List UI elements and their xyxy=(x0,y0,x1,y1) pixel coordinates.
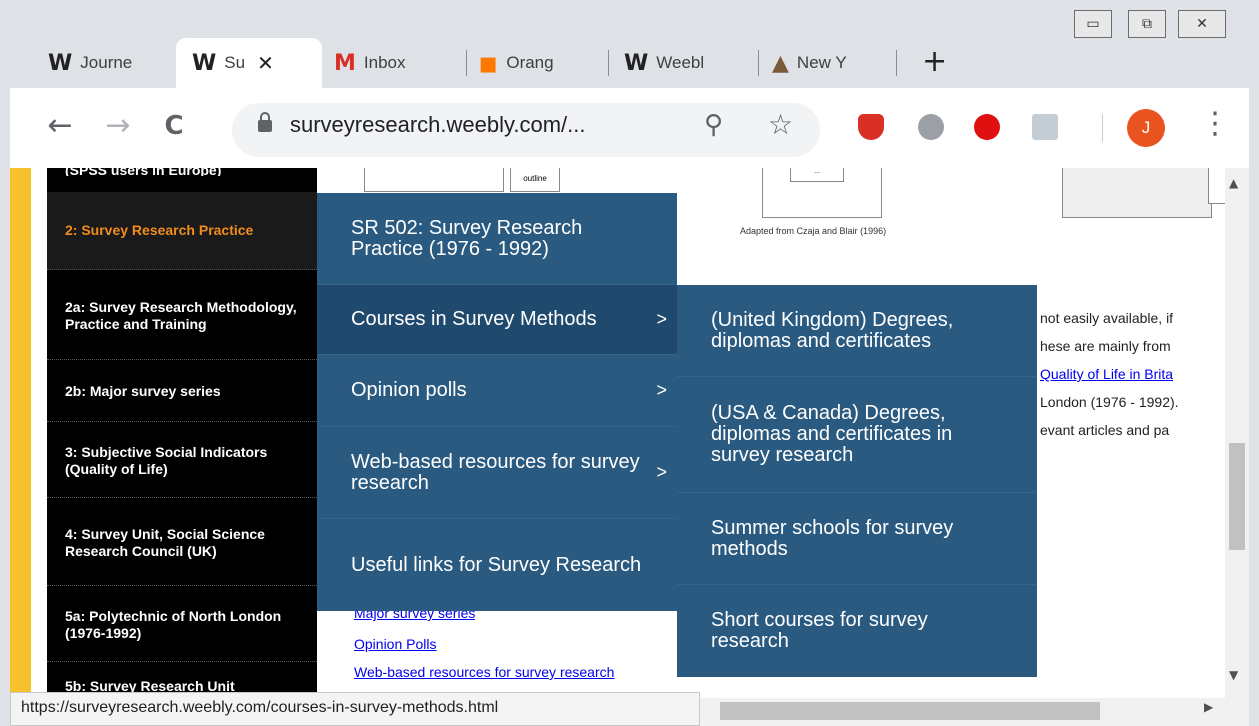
dog-icon: ▲ xyxy=(772,50,789,76)
submenu-item-usa-canada-degrees[interactable]: (USA & Canada) Degrees, diplomas and cer… xyxy=(677,377,1037,493)
tab-label: Orang xyxy=(506,53,554,72)
window-left-edge xyxy=(0,0,10,726)
sidebar-item-polytechnic[interactable]: 5a: Polytechnic of North London (1976-19… xyxy=(47,588,317,662)
chevron-right-icon: > xyxy=(656,309,667,330)
scroll-up-arrow-icon[interactable]: ▲ xyxy=(1229,176,1238,190)
decorative-yellow-bar xyxy=(10,168,31,698)
back-button[interactable]: ← xyxy=(40,104,80,148)
menu-item-useful-links[interactable]: Useful links for Survey Research xyxy=(317,519,677,611)
new-tab-button[interactable]: + xyxy=(922,44,947,79)
diagram-box-outline: outline xyxy=(510,168,560,192)
grammar-extension-icon[interactable] xyxy=(1032,114,1058,140)
chevron-right-icon: > xyxy=(656,462,667,483)
weebly-icon: W xyxy=(48,50,72,76)
submenu-item-short-courses[interactable]: Short courses for survey research xyxy=(677,585,1037,677)
scroll-down-arrow-icon[interactable]: ▼ xyxy=(1229,668,1238,682)
gmail-icon: M xyxy=(334,50,356,76)
sidebar-item-major-survey-series[interactable]: 2b: Major survey series xyxy=(47,362,317,422)
paragraph-line: evant articles and pa xyxy=(1040,422,1170,438)
vertical-scrollbar[interactable] xyxy=(1225,168,1249,698)
minimize-button[interactable]: ▭ xyxy=(1074,10,1112,38)
close-icon: ✕ xyxy=(1196,16,1208,32)
stop-extension-icon[interactable] xyxy=(974,114,1000,140)
menu-item-label: SR 502: Survey Research Practice (1976 -… xyxy=(351,216,583,260)
chevron-right-icon: > xyxy=(656,380,667,401)
opinion-polls-link[interactable]: Opinion Polls xyxy=(354,636,437,652)
tab-separator xyxy=(608,50,609,76)
figure-caption: Adapted from Czaja and Blair (1996) xyxy=(740,226,887,236)
menu-item-label: Useful links for Survey Research xyxy=(351,553,642,576)
tab-label: New Y xyxy=(796,53,847,72)
sidebar-item-subjective-indicators[interactable]: 3: Subjective Social Indicators (Quality… xyxy=(47,424,317,498)
check-extension-icon[interactable] xyxy=(918,114,944,140)
tab-label: Weebl xyxy=(656,53,705,72)
lock-icon xyxy=(258,112,272,132)
tab-journal[interactable]: W Journe xyxy=(48,38,168,88)
menu-item-courses-in-survey-methods[interactable]: Courses in Survey Methods > xyxy=(317,285,677,355)
tab-orange[interactable]: ▪ Orang xyxy=(478,38,604,88)
diagram-box xyxy=(1062,168,1212,218)
tab-label: Su xyxy=(224,53,246,72)
paragraph-line: hese are mainly from xyxy=(1040,338,1171,354)
window-right-edge xyxy=(1249,0,1259,726)
tab-separator xyxy=(758,50,759,76)
submenu-item-summer-schools[interactable]: Summer schools for survey methods xyxy=(677,493,1037,585)
restore-button[interactable]: ⧉ xyxy=(1128,10,1166,38)
sidebar-fragment: (SPSS users in Europe) xyxy=(65,162,222,176)
reload-button[interactable]: C xyxy=(154,104,194,148)
tab-label: Journe xyxy=(80,53,133,72)
tab-weebly[interactable]: W Weebl xyxy=(624,38,752,88)
menu-item-label: Web-based resources for survey research xyxy=(351,450,640,494)
tab-separator xyxy=(896,50,897,76)
weebly-icon: W xyxy=(624,50,648,76)
submenu-item-uk-degrees[interactable]: (United Kingdom) Degrees, diplomas and c… xyxy=(677,285,1037,377)
sidebar-item-survey-research-practice[interactable]: 2: Survey Research Practice xyxy=(47,192,317,270)
quality-of-life-link[interactable]: Quality of Life in Brita xyxy=(1040,366,1225,382)
url-text[interactable]: surveyresearch.weebly.com/... xyxy=(290,112,585,138)
zoom-icon[interactable]: ⚲ xyxy=(704,110,723,140)
diagram-box xyxy=(364,168,504,192)
toolbar-separator xyxy=(1102,114,1103,142)
menu-item-web-based-resources[interactable]: Web-based resources for survey research > xyxy=(317,427,677,519)
minimize-icon: ▭ xyxy=(1086,16,1100,32)
menu-item-label: Opinion polls xyxy=(351,379,467,401)
tab-close-icon[interactable]: ✕ xyxy=(257,51,274,75)
tab-new-york[interactable]: ▲ New Y xyxy=(772,38,890,88)
scroll-right-arrow-icon[interactable]: ▶ xyxy=(1204,700,1213,714)
orange-icon: ▪ xyxy=(478,45,498,81)
menu-dots-icon[interactable]: ⋮ xyxy=(1200,106,1230,141)
paragraph-line: London (1976 - 1992). xyxy=(1040,394,1179,410)
sidebar-item-survey-unit[interactable]: 4: Survey Unit, Social Science Research … xyxy=(47,500,317,586)
profile-avatar[interactable]: J xyxy=(1127,109,1165,147)
bookmark-star-icon[interactable]: ☆ xyxy=(768,108,793,141)
shield-extension-icon[interactable] xyxy=(858,114,884,140)
web-resources-link[interactable]: Web-based resources for survey research xyxy=(354,664,614,680)
diagram-inner-box: ... xyxy=(790,168,844,182)
tab-label: Inbox xyxy=(363,53,406,72)
tab-inbox[interactable]: M Inbox xyxy=(334,38,464,88)
restore-icon: ⧉ xyxy=(1142,16,1152,32)
menu-item-opinion-polls[interactable]: Opinion polls > xyxy=(317,355,677,427)
tab-separator xyxy=(466,50,467,76)
forward-button[interactable]: → xyxy=(98,104,138,148)
menu-item-label: Courses in Survey Methods xyxy=(351,308,597,330)
scrollbar-thumb[interactable] xyxy=(1229,443,1245,550)
menu-item-sr502[interactable]: SR 502: Survey Research Practice (1976 -… xyxy=(317,193,677,285)
weebly-icon: W xyxy=(192,50,216,76)
close-window-button[interactable]: ✕ xyxy=(1178,10,1226,38)
tab-survey-research[interactable]: W Su ✕ xyxy=(176,38,322,88)
paragraph-line: not easily available, if xyxy=(1040,310,1174,326)
status-bar-url: https://surveyresearch.weebly.com/course… xyxy=(10,692,700,726)
horizontal-scrollbar-thumb[interactable] xyxy=(720,702,1100,720)
sidebar-item-methodology[interactable]: 2a: Survey Research Methodology, Practic… xyxy=(47,272,317,360)
